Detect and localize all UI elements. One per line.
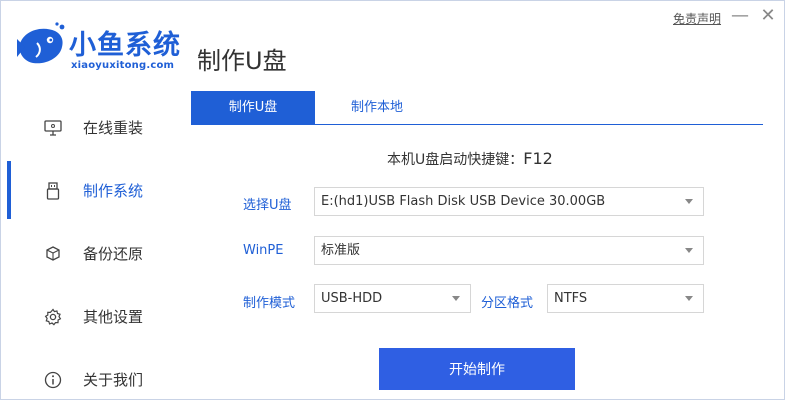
- usb-drive-icon: [43, 181, 63, 201]
- fish-logo-icon: [17, 22, 65, 64]
- chevron-down-icon: [685, 199, 693, 204]
- partition-select[interactable]: NTFS: [547, 284, 704, 313]
- sidebar-item-backup-restore[interactable]: 备份还原: [1, 234, 191, 274]
- usb-select-value: E:(hd1)USB Flash Disk USB Device 30.00GB: [321, 194, 606, 209]
- sidebar-item-make-system[interactable]: 制作系统: [1, 161, 191, 219]
- page-title: 制作U盘: [197, 47, 287, 75]
- tab-bar: 制作U盘 制作本地: [191, 91, 763, 125]
- backup-cube-icon: [43, 244, 63, 264]
- sidebar: 在线重装 制作系统 备份还原 其他设置 关于我们: [1, 96, 191, 399]
- mode-select[interactable]: USB-HDD: [314, 284, 471, 313]
- usb-select-label: 选择U盘: [243, 198, 292, 213]
- mode-select-value: USB-HDD: [321, 291, 383, 306]
- winpe-select-value: 标准版: [321, 243, 361, 258]
- sidebar-item-about-us[interactable]: 关于我们: [1, 360, 191, 399]
- gear-icon: [43, 307, 63, 327]
- winpe-select-label: WinPE: [243, 243, 284, 258]
- logo-domain: xiaoyuxitong.com: [71, 60, 175, 71]
- partition-select-value: NTFS: [554, 291, 588, 306]
- chevron-down-icon: [452, 296, 460, 301]
- mode-select-label: 制作模式: [243, 296, 296, 311]
- tab-make-usb[interactable]: 制作U盘: [191, 91, 315, 125]
- app-window: 小鱼系统 xiaoyuxitong.com 制作U盘 免责声明 — ✕ 在线重装…: [0, 0, 785, 400]
- info-icon: [43, 370, 63, 390]
- app-logo: 小鱼系统 xiaoyuxitong.com: [15, 15, 185, 77]
- sidebar-item-label: 备份还原: [83, 245, 144, 263]
- sidebar-item-label: 其他设置: [83, 308, 144, 326]
- partition-select-label: 分区格式: [481, 296, 534, 311]
- chevron-down-icon: [685, 248, 693, 253]
- sidebar-item-label: 关于我们: [83, 371, 144, 389]
- start-make-button[interactable]: 开始制作: [379, 348, 575, 390]
- usb-select[interactable]: E:(hd1)USB Flash Disk USB Device 30.00GB: [314, 187, 704, 216]
- sidebar-item-other-settings[interactable]: 其他设置: [1, 297, 191, 337]
- hotkey-key: F12: [523, 149, 553, 168]
- winpe-select[interactable]: 标准版: [314, 236, 704, 265]
- chevron-down-icon: [685, 296, 693, 301]
- sidebar-item-label: 在线重装: [83, 119, 144, 137]
- minimize-button[interactable]: —: [729, 5, 751, 27]
- logo-title: 小鱼系统: [69, 30, 181, 61]
- disclaimer-link[interactable]: 免责声明: [673, 10, 721, 27]
- hotkey-info: 本机U盘启动快捷键：F12: [387, 149, 553, 169]
- hotkey-label: 本机U盘启动快捷键：: [387, 152, 524, 168]
- sidebar-item-online-reinstall[interactable]: 在线重装: [1, 108, 191, 148]
- monitor-icon: [43, 118, 63, 138]
- tab-make-local[interactable]: 制作本地: [315, 91, 439, 125]
- close-button[interactable]: ✕: [757, 5, 779, 27]
- sidebar-item-label: 制作系统: [83, 182, 144, 200]
